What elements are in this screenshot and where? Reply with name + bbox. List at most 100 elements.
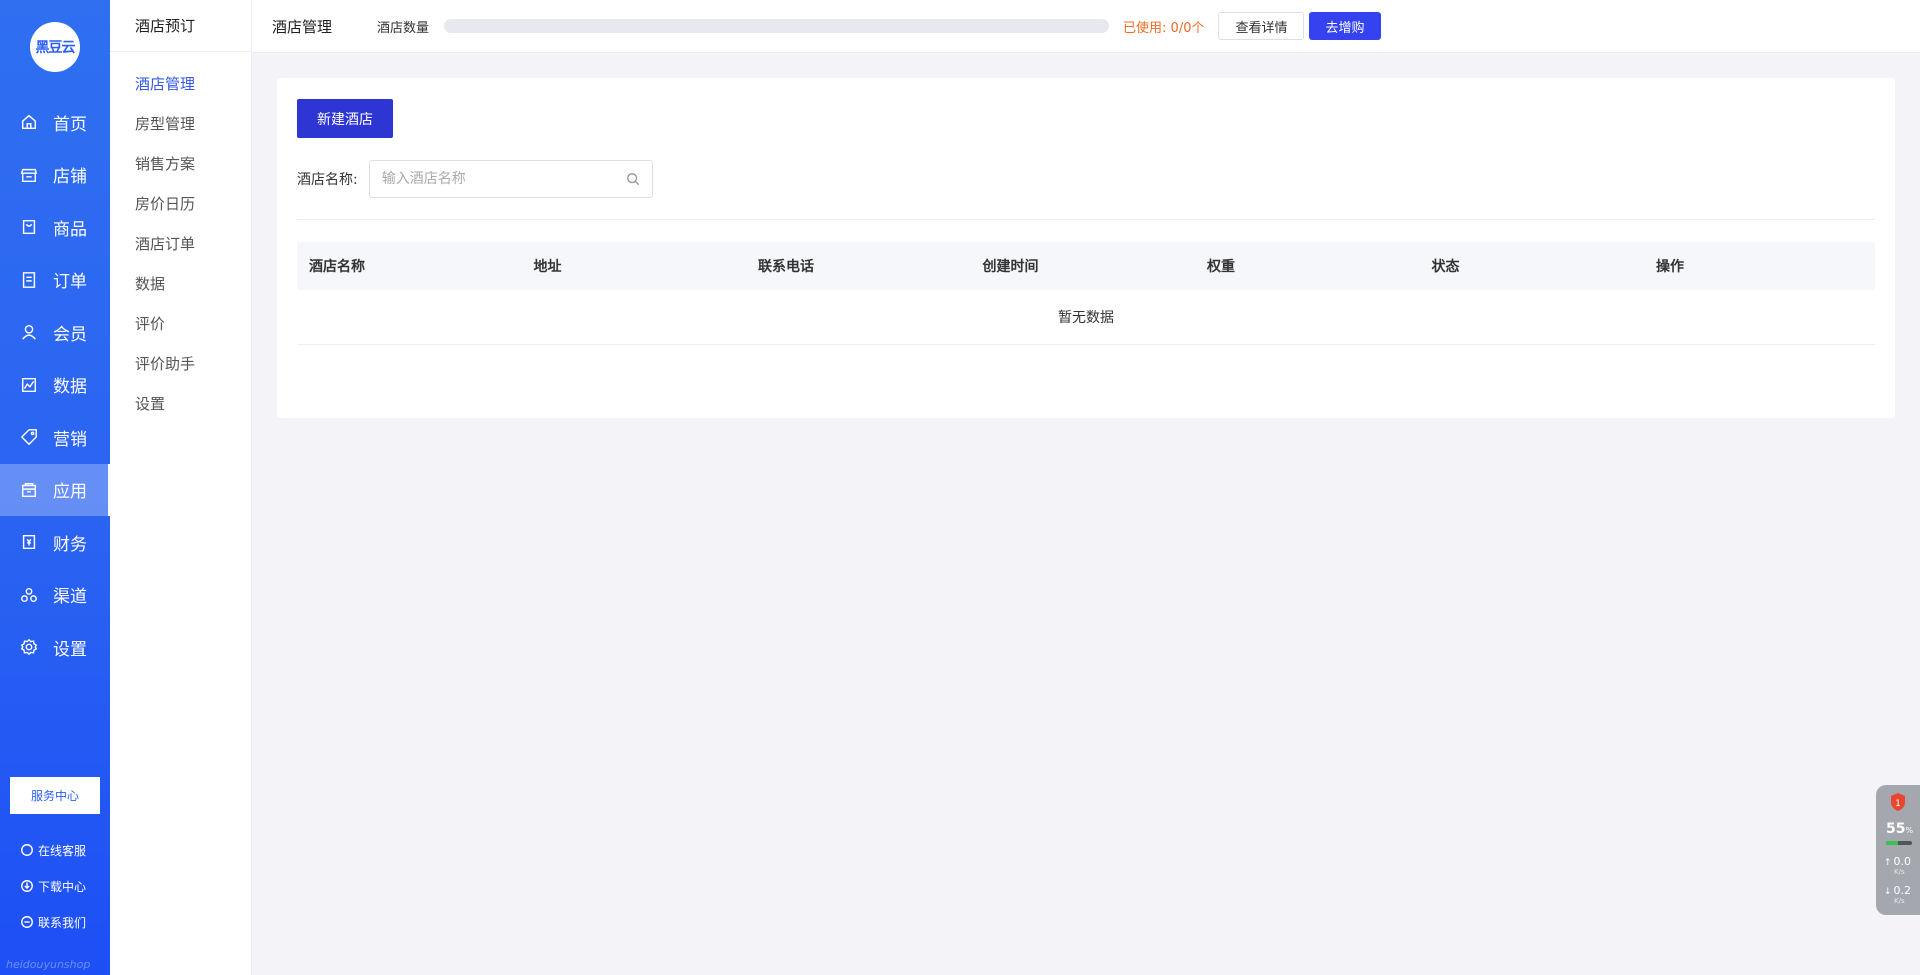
nav-item-store[interactable]: 店铺 bbox=[0, 149, 110, 202]
avatar-icon bbox=[21, 844, 33, 856]
table-empty-state: 暂无数据 bbox=[297, 290, 1875, 345]
sub-item-price-calendar[interactable]: 房价日历 bbox=[110, 184, 251, 224]
memory-percent-value: 55 bbox=[1886, 821, 1906, 837]
hotel-table: 酒店名称 地址 联系电话 创建时间 权重 状态 操作 暂无数据 bbox=[297, 242, 1875, 345]
main-nav: 首页 店铺 商品 订单 会员 数据 营销 应用 财务 渠道 设置 bbox=[0, 96, 110, 674]
filter-row: 酒店名称: bbox=[297, 160, 653, 198]
goods-icon bbox=[22, 220, 36, 235]
finance-icon bbox=[22, 535, 36, 550]
content-card: 新建酒店 酒店名称: 酒店名称 地址 联系电话 创建时间 权重 状态 操作 暂无… bbox=[277, 78, 1895, 418]
download-icon bbox=[21, 880, 33, 892]
column-header-created-time: 创建时间 bbox=[982, 259, 1039, 275]
chart-icon bbox=[21, 377, 37, 392]
nav-item-finance[interactable]: 财务 bbox=[0, 516, 110, 569]
nav-item-label: 数据 bbox=[53, 377, 87, 398]
sub-item-sales-plan[interactable]: 销售方案 bbox=[110, 144, 251, 184]
sub-item-data[interactable]: 数据 bbox=[110, 264, 251, 304]
sub-item-review-assistant[interactable]: 评价助手 bbox=[110, 344, 251, 384]
download-speed-unit: K/s bbox=[1894, 897, 1905, 905]
monitor-badge: 1 bbox=[1895, 799, 1901, 809]
sub-item-hotel-management[interactable]: 酒店管理 bbox=[110, 64, 251, 104]
nav-item-label: 渠道 bbox=[53, 587, 87, 608]
page-title: 酒店管理 bbox=[272, 17, 333, 36]
nav-item-goods[interactable]: 商品 bbox=[0, 201, 110, 254]
store-icon bbox=[20, 168, 38, 182]
hotel-count-label: 酒店数量 bbox=[377, 20, 430, 36]
usage-text: 已使用: 0/0个 bbox=[1123, 20, 1205, 36]
column-header-phone: 联系电话 bbox=[758, 259, 814, 275]
new-hotel-button[interactable]: 新建酒店 bbox=[297, 99, 393, 138]
nav-item-home[interactable]: 首页 bbox=[0, 96, 110, 149]
upload-speed-value: 0.0 bbox=[1893, 855, 1912, 868]
memory-level-bar bbox=[1886, 841, 1912, 845]
nav-item-order[interactable]: 订单 bbox=[0, 254, 110, 307]
logo-text: 黑豆云 bbox=[35, 40, 76, 56]
nav-item-label: 商品 bbox=[53, 219, 87, 240]
column-header-hotel-name: 酒店名称 bbox=[309, 259, 365, 275]
nav-item-member[interactable]: 会员 bbox=[0, 306, 110, 359]
watermark: heidouyunshop bbox=[6, 958, 91, 971]
sub-item-room-type[interactable]: 房型管理 bbox=[110, 104, 251, 144]
column-header-actions: 操作 bbox=[1656, 259, 1684, 275]
member-icon bbox=[22, 325, 36, 340]
download-speed-value: 0.2 bbox=[1893, 884, 1912, 897]
logo[interactable]: 黑豆云 bbox=[30, 22, 80, 72]
online-service-link[interactable]: 在线客服 bbox=[20, 832, 86, 868]
sub-sidebar-menu: 酒店管理 房型管理 销售方案 房价日历 酒店订单 数据 评价 评价助手 设置 bbox=[110, 52, 251, 424]
nav-item-app[interactable]: 应用 bbox=[0, 463, 110, 516]
download-speed: ↓ 0.2 K/s bbox=[1884, 884, 1911, 905]
hotel-usage-progress bbox=[444, 19, 1110, 33]
system-monitor-widget[interactable]: 1 55% ↑ 0.0 K/s ↓ 0.2 K/s bbox=[1876, 785, 1920, 915]
nav-item-channel[interactable]: 渠道 bbox=[0, 569, 110, 622]
memory-level-bar-fill bbox=[1886, 841, 1898, 845]
hotel-name-search-input[interactable] bbox=[381, 171, 626, 187]
upload-arrow-icon: ↑ bbox=[1884, 858, 1892, 868]
download-center-link[interactable]: 下载中心 bbox=[20, 868, 86, 904]
nav-item-label: 店铺 bbox=[53, 167, 87, 188]
tag-icon bbox=[20, 429, 37, 446]
channel-icon bbox=[21, 587, 37, 602]
sub-item-settings[interactable]: 设置 bbox=[110, 384, 251, 424]
sub-item-hotel-orders[interactable]: 酒店订单 bbox=[110, 224, 251, 264]
main-sidebar: 黑豆云 首页 店铺 商品 订单 会员 数据 营销 应用 财务 渠道 设置 服务中… bbox=[0, 0, 110, 975]
memory-percent: 55% bbox=[1886, 821, 1913, 837]
upload-speed: ↑ 0.0 K/s bbox=[1884, 855, 1911, 876]
nav-item-label: 应用 bbox=[53, 482, 87, 503]
column-header-weight: 权重 bbox=[1207, 259, 1235, 275]
nav-item-label: 设置 bbox=[53, 639, 87, 660]
nav-item-label: 订单 bbox=[53, 272, 87, 293]
service-center-button[interactable]: 服务中心 bbox=[10, 777, 100, 814]
buy-more-button[interactable]: 去增购 bbox=[1309, 12, 1381, 40]
sidebar-links: 在线客服 下载中心 联系我们 bbox=[20, 832, 86, 940]
hotel-name-filter-label: 酒店名称: bbox=[297, 172, 358, 188]
nav-item-label: 会员 bbox=[53, 324, 87, 345]
side-link-label: 联系我们 bbox=[38, 915, 87, 930]
nav-item-data[interactable]: 数据 bbox=[0, 359, 110, 412]
sub-item-reviews[interactable]: 评价 bbox=[110, 304, 251, 344]
memory-percent-unit: % bbox=[1905, 826, 1914, 835]
nav-item-label: 首页 bbox=[53, 114, 87, 135]
hotel-name-search-box[interactable] bbox=[368, 160, 653, 198]
view-details-button[interactable]: 查看详情 bbox=[1218, 12, 1305, 40]
upload-speed-unit: K/s bbox=[1894, 868, 1905, 876]
top-bar: 酒店管理 酒店数量 已使用: 0/0个 查看详情 去增购 bbox=[252, 0, 1920, 53]
nav-item-label: 财务 bbox=[53, 534, 87, 555]
divider bbox=[297, 219, 1875, 220]
column-header-address: 地址 bbox=[533, 259, 562, 275]
column-header-status: 状态 bbox=[1431, 259, 1460, 275]
nav-item-settings[interactable]: 设置 bbox=[0, 621, 110, 674]
order-icon bbox=[22, 271, 36, 288]
sub-sidebar-title: 酒店预订 bbox=[110, 0, 251, 52]
chat-icon bbox=[21, 916, 33, 928]
download-arrow-icon: ↓ bbox=[1884, 887, 1892, 897]
nav-item-marketing[interactable]: 营销 bbox=[0, 411, 110, 464]
sub-sidebar: 酒店预订 酒店管理 房型管理 销售方案 房价日历 酒店订单 数据 评价 评价助手… bbox=[110, 0, 252, 975]
table-header: 酒店名称 地址 联系电话 创建时间 权重 状态 操作 bbox=[297, 242, 1875, 290]
gear-icon bbox=[20, 639, 38, 656]
nav-item-label: 营销 bbox=[53, 429, 87, 450]
shield-icon: 1 bbox=[1891, 793, 1905, 811]
search-icon[interactable] bbox=[626, 172, 640, 186]
side-link-label: 在线客服 bbox=[38, 843, 87, 858]
contact-us-link[interactable]: 联系我们 bbox=[20, 904, 86, 940]
app-icon bbox=[21, 482, 37, 497]
